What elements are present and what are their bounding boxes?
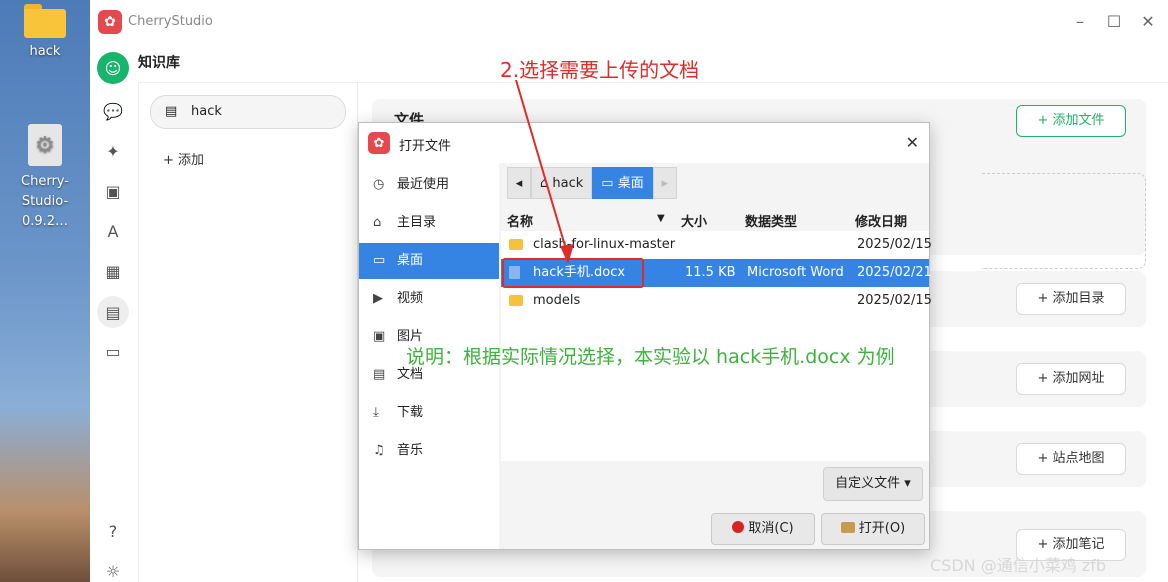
icon-sidebar: ☺ 💬 ✦ ▣ A ▦ ▤ ▭ ? ☼ [90,44,138,582]
highlight-box [502,258,644,288]
place-label: 最近使用 [397,177,450,192]
open-label: 打开(O) [858,521,906,536]
title-bar: ✿ CherryStudio – ☐ ✕ [90,0,1168,44]
breadcrumb: ◂ ⌂ hack ▭ 桌面 ▸ [507,167,677,199]
add-directory-button[interactable]: + 添加目录 [1016,283,1126,315]
place-downloads[interactable]: ⤓ 下载 [359,395,499,431]
picture-icon: ▣ [373,329,386,344]
theme-sun-icon[interactable]: ☼ [100,558,126,582]
column-name[interactable]: 名称 [507,211,533,230]
page-title: 知识库 [138,55,180,71]
folder-icon [509,231,523,259]
avatar[interactable]: ☺ [97,52,129,84]
place-label: 音乐 [397,443,424,458]
breadcrumb-label: hack [552,176,584,191]
image-icon[interactable]: ▣ [100,178,126,204]
file-list-header: 名称 ▼ 大小 数据类型 修改日期 [501,207,929,231]
add-file-button[interactable]: + 添加文件 [1016,105,1126,137]
cherry-logo-icon: ✿ [368,132,390,154]
app-name: CherryStudio [128,14,213,29]
monitor-icon: ▭ [601,176,618,191]
breadcrumb-label: 桌面 [617,176,644,191]
knowledge-base-list: ▤ hack + 添加 [138,82,358,582]
place-label: 视频 [397,291,424,306]
annotation-note: 说明：根据实际情况选择，本实验以 hack手机.docx 为例 [406,346,895,368]
folder-icon[interactable]: ▭ [100,338,126,364]
place-music[interactable]: ♫ 音乐 [359,433,499,469]
document-icon: ▤ [165,104,178,119]
download-icon: ⤓ [373,405,379,420]
place-label: 文档 [397,367,424,382]
document-icon: ▤ [373,367,386,382]
column-size[interactable]: 大小 [681,211,707,230]
dialog-header: ✿ 打开文件 ✕ [359,123,929,163]
place-recent[interactable]: ◷ 最近使用 [359,167,499,203]
translate-icon[interactable]: A [100,218,126,244]
add-sitemap-button[interactable]: + 站点地图 [1016,443,1126,475]
place-label: 桌面 [397,253,424,268]
column-type[interactable]: 数据类型 [745,211,797,230]
file-date: 2025/02/15 [857,293,932,308]
close-icon[interactable]: ✕ [906,133,919,152]
minimize-icon[interactable]: – [1070,12,1090,32]
cherry-logo-icon: ✿ [98,10,122,34]
file-dropzone[interactable] [982,173,1146,269]
chevron-right-icon[interactable]: ▸ [652,167,677,199]
annotation-step: 2.选择需要上传的文档 [500,58,700,82]
desktop-hack-folder[interactable]: hack [0,4,90,59]
desktop-cherry-studio-file[interactable]: ⚙ Cherry- Studio-0.9.2… [0,124,90,232]
gear-file-icon: ⚙ [28,124,62,166]
file-type: Microsoft Word [747,265,844,280]
add-kb-button[interactable]: + 添加 [163,149,204,168]
breadcrumb-hack[interactable]: ⌂ hack [531,167,593,199]
place-home[interactable]: ⌂ 主目录 [359,205,499,241]
help-icon[interactable]: ? [100,518,126,544]
knowledge-base-icon[interactable]: ▤ [97,296,129,328]
file-name: clash-for-linux-master [533,237,676,252]
monitor-icon: ▭ [373,253,386,268]
maximize-icon[interactable]: ☐ [1104,12,1124,32]
open-file-dialog: ✿ 打开文件 ✕ ◷ 最近使用 ⌂ 主目录 ▭ 桌面 ▶ 视频 ▣ 图片 ▤ 文档 ⤓ 下载 … [358,122,932,550]
kb-item-hack[interactable]: ▤ hack [150,95,346,129]
sparkle-icon[interactable]: ✦ [100,138,126,164]
sort-down-icon[interactable]: ▼ [657,213,665,224]
kb-item-label: hack [191,104,222,119]
chat-icon[interactable]: 💬 [100,98,126,124]
file-row[interactable]: clash-for-linux-master 2025/02/15 [501,231,932,259]
place-label: 主目录 [397,215,437,230]
dialog-title: 打开文件 [399,139,452,154]
file-date: 2025/02/15 [857,237,932,252]
home-icon: ⌂ [373,215,382,230]
open-button[interactable]: 打开(O) [821,513,925,545]
file-size: 11.5 KB [685,265,736,280]
video-icon: ▶ [373,291,383,306]
chevron-left-icon[interactable]: ◂ [507,167,531,199]
add-url-button[interactable]: + 添加网址 [1016,363,1126,395]
desktop-icon-label: hack [29,44,61,59]
file-date: 2025/02/21 [857,265,932,280]
desktop-icon-label: Cherry- Studio-0.9.2… [21,174,69,229]
place-videos[interactable]: ▶ 视频 [359,281,499,317]
home-icon: ⌂ [540,176,553,191]
file-filter-select[interactable]: 自定义文件 ▾ [823,467,923,501]
desktop: hack ⚙ Cherry- Studio-0.9.2… [0,0,90,582]
file-row[interactable]: models 2025/02/15 [501,287,932,315]
breadcrumb-desktop[interactable]: ▭ 桌面 [592,167,653,199]
place-label: 下载 [397,405,424,420]
column-date[interactable]: 修改日期 [855,211,907,230]
music-icon: ♫ [373,443,385,458]
file-name: models [533,293,581,308]
apps-grid-icon[interactable]: ▦ [100,258,126,284]
folder-icon [24,4,66,38]
folder-icon [509,287,523,315]
watermark: CSDN @通信小菜鸡 zfb [930,556,1106,575]
clock-icon: ◷ [373,177,385,192]
open-folder-icon [840,522,855,533]
place-desktop[interactable]: ▭ 桌面 [359,243,499,279]
close-icon[interactable]: ✕ [1138,12,1158,32]
cancel-icon [732,521,745,533]
cancel-button[interactable]: 取消(C) [711,513,815,545]
cancel-label: 取消(C) [748,521,794,536]
